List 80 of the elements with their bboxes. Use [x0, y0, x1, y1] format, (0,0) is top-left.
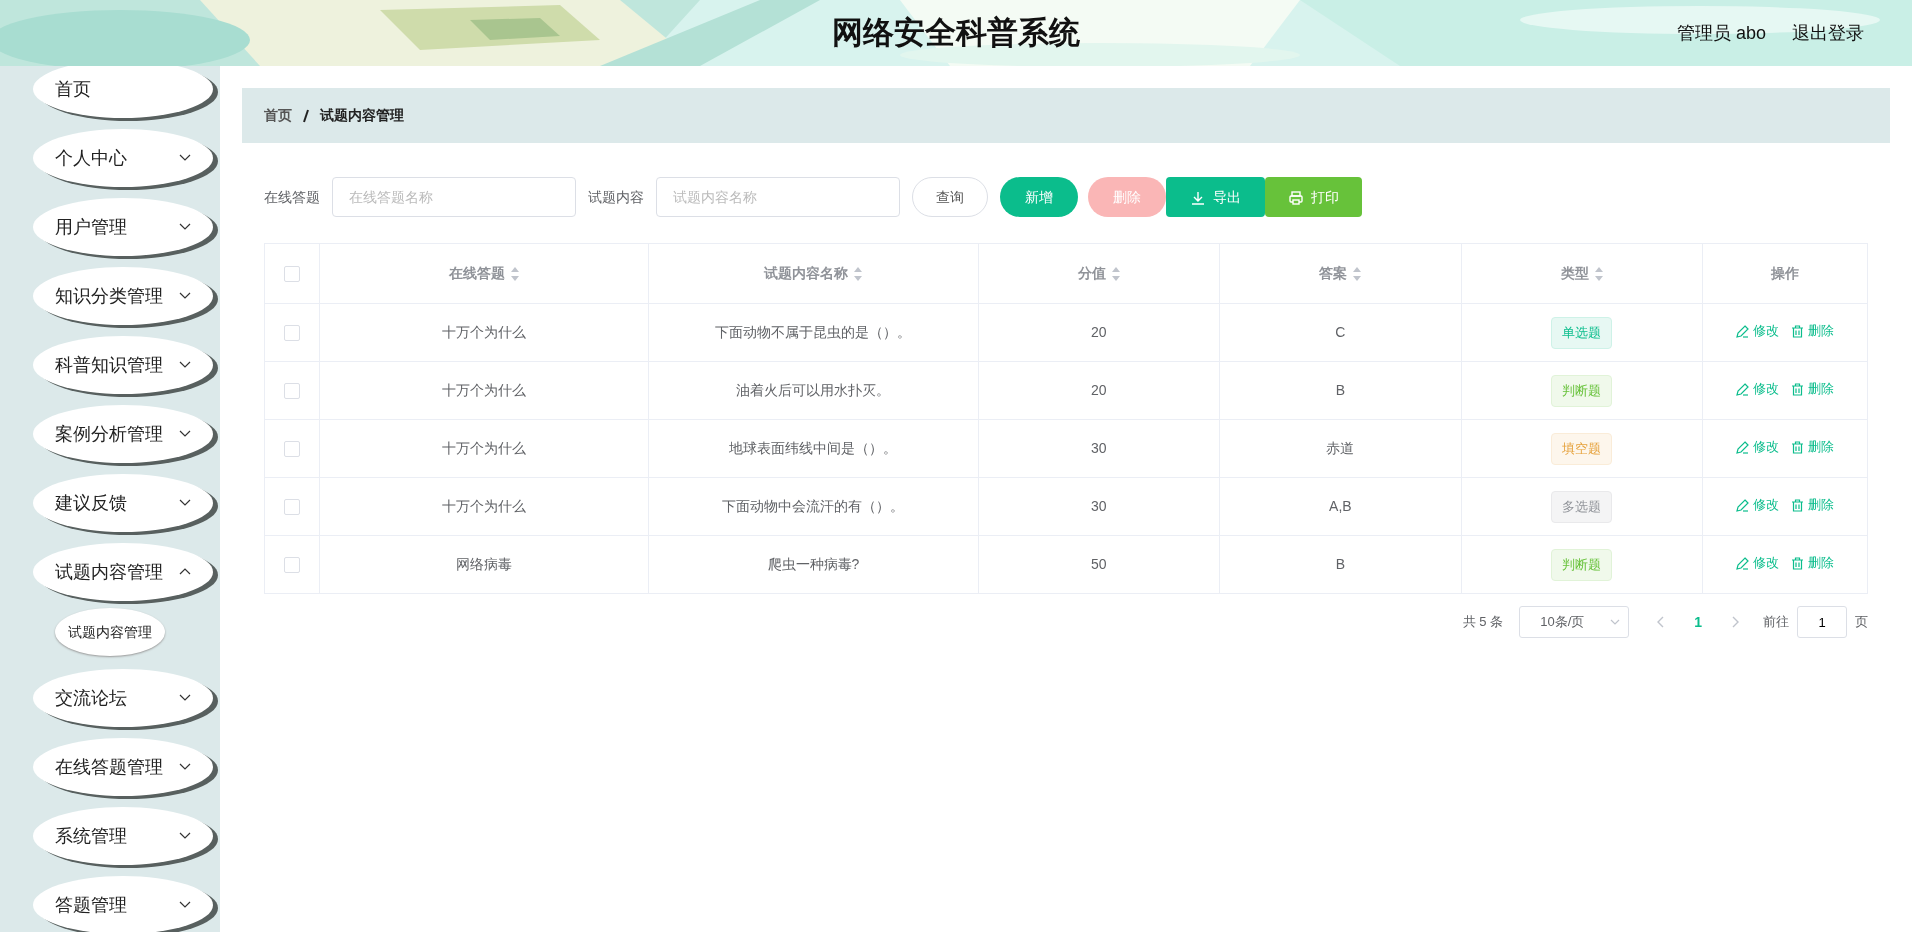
table-cell: A,B	[1329, 498, 1352, 514]
type-tag: 多选题	[1551, 490, 1613, 523]
trash-icon	[1791, 556, 1805, 570]
table-cell: 油着火后可以用水扑灭。	[736, 382, 891, 398]
page-input[interactable]: 1	[1797, 606, 1847, 638]
table-cell: 20	[1091, 324, 1107, 340]
pencil-icon	[1736, 498, 1750, 512]
column-header: 在线答题	[449, 265, 506, 281]
sidebar-subitem[interactable]: 试题内容管理	[55, 608, 165, 656]
pencil-icon	[1736, 382, 1750, 396]
type-tag: 填空题	[1551, 432, 1613, 465]
table-cell: 十万个为什么	[442, 382, 527, 398]
logout-link[interactable]: 退出登录	[1792, 19, 1864, 47]
type-tag: 单选题	[1551, 316, 1613, 349]
type-tag: 判断题	[1551, 374, 1613, 407]
printer-icon	[1288, 190, 1303, 205]
caret-icon	[1610, 619, 1621, 625]
caret-icon	[179, 763, 191, 770]
pencil-icon	[1736, 556, 1750, 570]
caret-icon	[179, 568, 191, 575]
row-checkbox[interactable]	[283, 325, 300, 342]
table-cell: 地球表面纬线中间是（）。	[729, 440, 898, 456]
table-cell: 50	[1091, 556, 1107, 572]
caret-icon	[179, 694, 191, 701]
table-cell: 20	[1091, 382, 1107, 398]
column-header: 类型	[1560, 265, 1589, 281]
search-field[interactable]: 在线答题名称	[332, 177, 576, 217]
field-label: 在线答题	[264, 187, 320, 207]
breadcrumb-item: 试题内容管理	[320, 106, 404, 125]
select-all-checkbox[interactable]	[283, 266, 300, 283]
trash-icon	[1791, 324, 1805, 338]
trash-icon	[1791, 440, 1805, 454]
column-header: 试题内容名称	[764, 265, 849, 281]
next-page-icon	[1732, 616, 1739, 628]
field-label: 试题内容	[588, 187, 644, 207]
caret-icon	[179, 223, 191, 230]
table-cell: 十万个为什么	[442, 440, 527, 456]
column-header: 操作	[1771, 265, 1800, 281]
table-cell: 网络病毒	[456, 556, 513, 572]
page-title: 网络安全科普系统	[832, 13, 1080, 52]
column-header: 分值	[1077, 265, 1106, 281]
column-header: 答案	[1319, 265, 1348, 281]
pencil-icon	[1736, 440, 1750, 454]
download-icon	[1190, 190, 1205, 205]
table-cell: 30	[1091, 440, 1107, 456]
caret-icon	[179, 901, 191, 908]
row-checkbox[interactable]	[283, 383, 300, 400]
trash-icon	[1791, 498, 1805, 512]
trash-icon	[1791, 382, 1805, 396]
page-size-select[interactable]: 10条/页	[1519, 606, 1630, 638]
table-cell: 下面动物不属于昆虫的是（）。	[715, 324, 912, 340]
separator-icon	[302, 108, 310, 123]
type-tag: 判断题	[1551, 548, 1613, 581]
table-cell: C	[1335, 324, 1346, 340]
page-suffix: 页	[1855, 613, 1868, 632]
caret-icon	[179, 361, 191, 368]
table-cell: B	[1335, 382, 1346, 398]
search-field[interactable]: 试题内容名称	[656, 177, 900, 217]
breadcrumb-item[interactable]: 首页	[264, 105, 292, 126]
caret-icon	[179, 154, 191, 161]
caret-icon	[179, 430, 191, 437]
pencil-icon	[1736, 324, 1750, 338]
table-cell: 爬虫一种病毒?	[767, 556, 860, 572]
row-checkbox[interactable]	[283, 499, 300, 516]
table-cell: B	[1335, 556, 1346, 572]
row-checkbox[interactable]	[283, 557, 300, 574]
total-count: 共 5 条	[1462, 613, 1504, 632]
table-cell: 30	[1091, 498, 1107, 514]
table-cell: 赤道	[1326, 440, 1355, 456]
caret-icon	[179, 292, 191, 299]
caret-icon	[179, 499, 191, 506]
previous-page-icon	[1657, 616, 1665, 628]
row-checkbox[interactable]	[283, 441, 300, 458]
search-button[interactable]: 查询	[912, 177, 988, 217]
caret-icon	[179, 832, 191, 839]
table-cell: 十万个为什么	[442, 324, 527, 340]
table-cell: 下面动物中会流汗的有（）。	[722, 498, 905, 514]
table-cell: 十万个为什么	[442, 498, 527, 514]
goto-label: 前往	[1763, 613, 1789, 632]
user-link[interactable]: 管理员 abo	[1676, 19, 1766, 47]
